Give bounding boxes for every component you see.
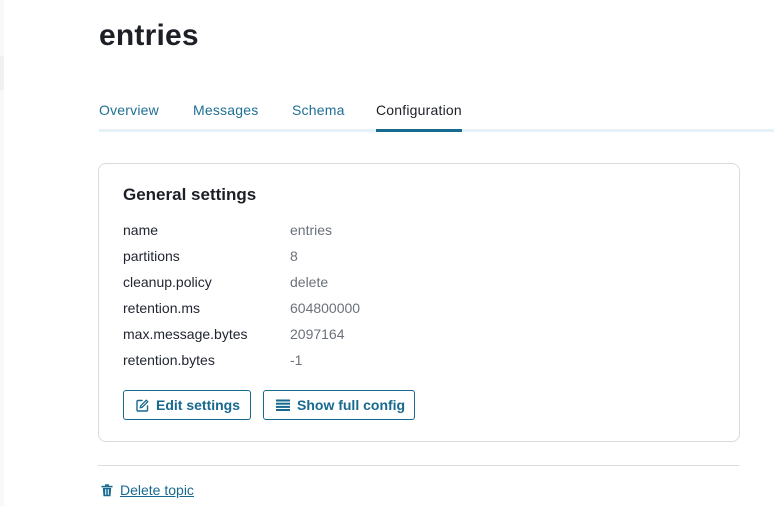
setting-row: max.message.bytes 2097164 [123, 324, 723, 344]
setting-row: cleanup.policy delete [123, 272, 723, 292]
delete-topic-link[interactable]: Delete topic [101, 480, 194, 500]
setting-value: delete [290, 274, 329, 290]
tab-overview[interactable]: Overview [99, 100, 159, 129]
topic-page: entries Overview Messages Schema Configu… [0, 0, 774, 506]
delete-topic-label: Delete topic [120, 482, 194, 498]
setting-value: entries [290, 222, 333, 238]
general-settings-card: General settings name entries partitions… [98, 163, 740, 442]
show-full-config-button[interactable]: Show full config [263, 390, 415, 420]
card-title: General settings [123, 185, 257, 204]
edit-settings-button[interactable]: Edit settings [123, 390, 251, 420]
setting-value: -1 [290, 352, 303, 368]
list-icon [276, 399, 290, 411]
show-full-config-label: Show full config [297, 397, 406, 413]
setting-value: 2097164 [290, 326, 345, 342]
tab-messages[interactable]: Messages [193, 100, 258, 129]
trash-icon [101, 483, 113, 497]
setting-key: name [123, 222, 159, 238]
setting-key: cleanup.policy [123, 274, 212, 290]
setting-value: 8 [290, 248, 298, 264]
setting-row: retention.bytes -1 [123, 350, 723, 370]
edit-settings-label: Edit settings [156, 397, 241, 413]
left-edge-strip [0, 0, 4, 506]
tab-configuration[interactable]: Configuration [376, 100, 462, 132]
setting-row: name entries [123, 220, 723, 240]
page-title: entries [99, 19, 199, 52]
section-divider [98, 465, 739, 466]
tab-schema[interactable]: Schema [292, 100, 345, 129]
setting-key: retention.ms [123, 300, 201, 316]
setting-key: partitions [123, 248, 180, 264]
setting-key: max.message.bytes [123, 326, 248, 342]
setting-value: 604800000 [290, 300, 361, 316]
tab-bar: Overview Messages Schema Configuration [99, 100, 774, 132]
edit-icon [136, 399, 149, 412]
setting-row: retention.ms 604800000 [123, 298, 723, 318]
setting-row: partitions 8 [123, 246, 723, 266]
setting-key: retention.bytes [123, 352, 215, 368]
